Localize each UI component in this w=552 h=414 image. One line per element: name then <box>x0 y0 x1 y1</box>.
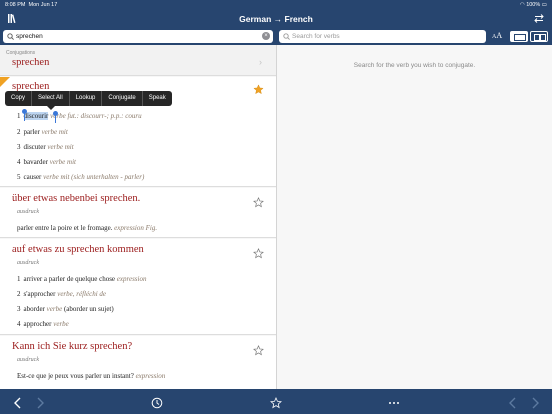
chevron-right-icon: › <box>259 57 262 67</box>
entry-translation: Est-ce que je peux vous parler un instan… <box>17 372 166 380</box>
entry-pos: ausdruck <box>17 260 39 266</box>
empty-state-message: Search for the verb you wish to conjugat… <box>353 62 476 69</box>
entry-kann-ich: Kann ich Sie kurz sprechen? ausdruck Est… <box>0 336 276 389</box>
search-icon <box>283 33 290 40</box>
conjugations-verb: sprechen <box>12 57 50 68</box>
status-time: 8:08 PM Mon Jun 17 <box>5 2 58 8</box>
dictionary-search-box[interactable]: × <box>3 30 273 43</box>
search-row: × AA <box>0 28 552 45</box>
entry-auf-etwas: auf etwas zu sprechen kommen ausdruck 1a… <box>0 239 276 335</box>
verb-search-input[interactable] <box>292 31 482 42</box>
conjugations-label: Conjugations <box>6 50 36 56</box>
star-outline-icon[interactable] <box>253 197 264 208</box>
sense-row: 4 approcher verbe <box>17 320 69 328</box>
more-icon[interactable] <box>388 396 400 408</box>
menu-select-all[interactable]: Select All <box>32 91 70 106</box>
conjugation-pane: Search for the verb you wish to conjugat… <box>277 45 552 389</box>
star-filled-icon[interactable] <box>253 84 264 95</box>
verb-search-box[interactable] <box>279 30 486 43</box>
status-bar: 8:08 PM Mon Jun 17 ◠ 100% ▭ <box>0 0 552 11</box>
menu-lookup[interactable]: Lookup <box>70 91 103 106</box>
font-size-button[interactable]: AA <box>492 31 502 40</box>
nav-title: German → French <box>239 14 313 24</box>
back-icon[interactable] <box>12 396 24 409</box>
sense-row: 2 s'approcher verbe, réfléchi de <box>17 290 107 298</box>
sense-row: 3 aborder verbe (aborder un sujet) <box>17 305 114 313</box>
conjugations-row[interactable]: Conjugations sprechen › <box>0 45 276 76</box>
star-outline-icon[interactable] <box>253 248 264 259</box>
sense-row: 5 causer verbe mit (sich unterhalten - pa… <box>17 173 145 181</box>
single-pane-layout-button[interactable] <box>510 31 528 42</box>
entry-headword: Kann ich Sie kurz sprechen? <box>12 341 133 352</box>
forward-icon[interactable] <box>34 396 46 409</box>
menu-copy[interactable]: Copy <box>5 91 33 106</box>
sense-row: 4 bavarder verbe mit <box>17 158 76 166</box>
prev-icon[interactable] <box>507 396 519 409</box>
search-icon <box>7 33 14 40</box>
entry-translation: parler entre la poire et le fromage. exp… <box>17 224 158 232</box>
history-icon[interactable] <box>151 396 163 409</box>
nav-bar: German → French <box>0 11 552 28</box>
selection-start-handle[interactable] <box>22 109 27 121</box>
next-icon[interactable] <box>529 396 541 409</box>
status-battery: ◠ 100% ▭ <box>519 2 547 8</box>
star-outline-icon[interactable] <box>253 345 264 356</box>
sense-row: 3 discuter verbe mit <box>17 143 74 151</box>
sense-row: 1 discourir verbe fut.: discourr-; p.p.: … <box>17 112 142 120</box>
entry-headword: über etwas nebenbei sprechen. <box>12 193 141 204</box>
split-pane-layout-button[interactable] <box>530 31 548 42</box>
entry-pos: ausdruck <box>17 357 39 363</box>
menu-conjugate[interactable]: Conjugate <box>102 91 143 106</box>
corner-badge <box>0 77 10 87</box>
bottom-toolbar <box>0 389 552 414</box>
sense-row: 2 parler verbe mit <box>17 128 68 136</box>
entry-pos: ausdruck <box>17 209 39 215</box>
context-menu: Copy Select All Lookup Conjugate Speak <box>5 91 172 110</box>
swap-languages-icon[interactable] <box>534 14 544 23</box>
favorites-icon[interactable] <box>270 396 282 409</box>
clear-search-icon[interactable]: × <box>262 32 270 40</box>
entry-ueber-etwas: über etwas nebenbei sprechen. ausdruck p… <box>0 188 276 238</box>
sense-row: 1 arriver a parler de quelque chose expre… <box>17 275 147 283</box>
selection-end-handle[interactable] <box>53 111 58 123</box>
entry-headword: auf etwas zu sprechen kommen <box>12 244 144 255</box>
menu-speak[interactable]: Speak <box>143 91 172 106</box>
dictionary-search-input[interactable] <box>16 31 256 42</box>
